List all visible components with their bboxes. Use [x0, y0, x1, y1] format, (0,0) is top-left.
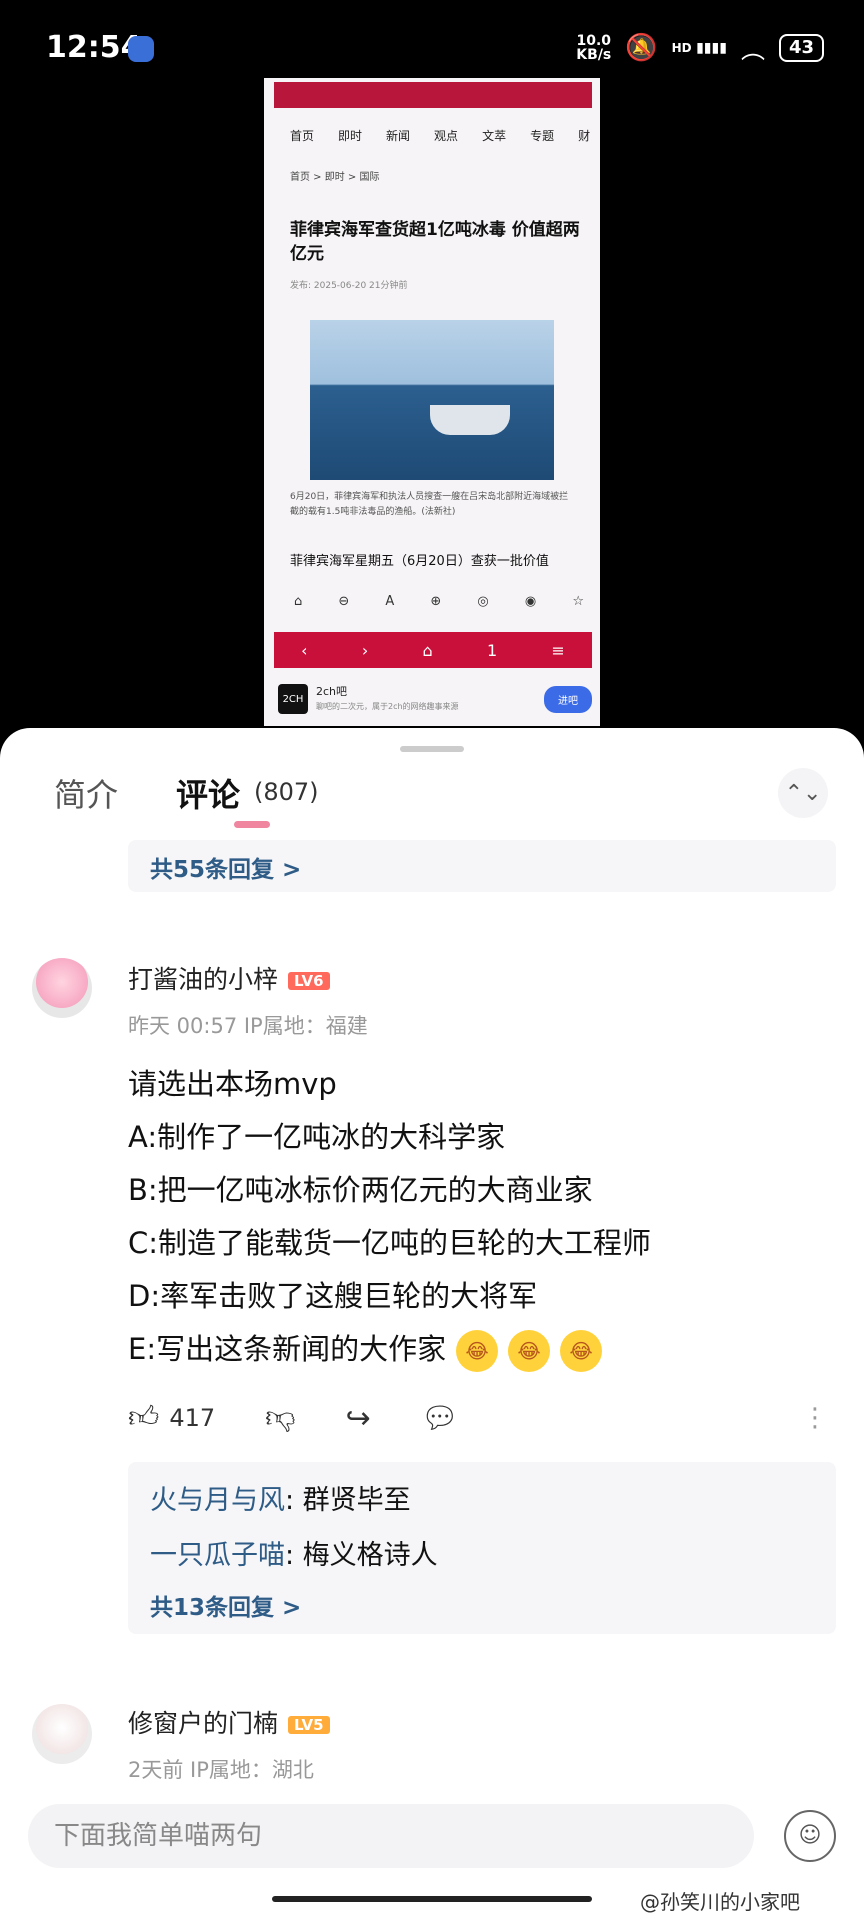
site-header — [274, 82, 592, 108]
forward-icon: › — [361, 640, 369, 660]
status-icons: 10.0 KB/s 🔕 HD ▮▮▮▮ ︵ 43 — [576, 30, 824, 65]
comment-line: E:写出这条新闻的大作家 😂 😂 😂 — [128, 1323, 828, 1376]
comment-line: C:制造了能载货一亿吨的巨轮的大工程师 — [128, 1226, 652, 1260]
boat-image — [430, 405, 510, 435]
network-speed: 10.0 KB/s — [576, 32, 612, 63]
nav-item: 新闻 — [386, 128, 411, 143]
comment-meta: 2天前 IP属地：湖北 — [128, 1758, 314, 1782]
watermark: @孙笑川的小家吧 — [640, 1890, 800, 1914]
reply-item[interactable]: 一只瓜子喵: 梅义格诗人 — [150, 1533, 438, 1572]
reply-button[interactable]: 💬︎ — [421, 1401, 459, 1436]
previous-replies-box: 共55条回复 > — [128, 840, 836, 892]
breadcrumb: 首页 > 即时 > 国际 — [290, 172, 380, 183]
tab-comments[interactable]: 评论 — [176, 770, 240, 816]
laughing-crying-icon: 😂 — [456, 1330, 499, 1372]
laughing-crying-icon: 😂 — [560, 1330, 603, 1372]
comment-sheet: 简介 评论 (807) ⌃⌄ 共55条回复 > 打酱油的小梓 LV6 昨天 00:… — [0, 728, 864, 1920]
weibo-icon: ◉ — [524, 594, 537, 609]
comment-line: A:制作了一亿吨冰的大科学家 — [128, 1120, 506, 1154]
font-icon: A — [385, 594, 395, 609]
home-icon: ⌂ — [422, 640, 433, 660]
embedded-screenshot[interactable]: 首页 即时 新闻 观点 文萃 专题 财 首页 > 即时 > 国际 菲律宾海军查货… — [264, 78, 600, 726]
chevron-updown-icon: ⌃⌄ — [784, 780, 822, 806]
article-toolbar: ⌂ ⊖ A ⊕ ◎ ◉ ☆ — [294, 594, 584, 609]
comment-line: 请选出本场mvp — [128, 1067, 337, 1101]
publish-time: 发布: 2025-06-20 21分钟前 — [290, 281, 408, 291]
comment-actions: 👍︎ 417 👎︎ ↪ 💬︎ ⋮ — [128, 1398, 828, 1438]
avatar[interactable] — [32, 958, 92, 1018]
comment-input[interactable]: 下面我简单喵两句 — [28, 1804, 754, 1868]
star-icon: ☆ — [572, 594, 584, 609]
tab-indicator — [234, 821, 270, 828]
more-options-icon[interactable]: ⋮ — [802, 1403, 828, 1433]
thumbs-down-icon: 👎︎ — [265, 1400, 296, 1435]
emoji-icon[interactable]: ☺ — [784, 1810, 836, 1862]
forum-card: 2CH 2ch吧 聊吧的二次元，属于2ch的网络趣事来源 进吧 — [278, 678, 592, 720]
zoom-out-icon: ⊖ — [338, 594, 350, 609]
notification-app-icon — [128, 36, 154, 62]
laughing-crying-icon: 😂 — [508, 1330, 551, 1372]
tabs-icon: 1 — [486, 640, 498, 660]
view-replies-link[interactable]: 共13条回复 > — [150, 1595, 301, 1621]
nav-item: 专题 — [530, 128, 555, 143]
browser-nav: ‹ › ⌂ 1 ≡ — [274, 632, 592, 668]
nav-item: 首页 — [290, 128, 315, 143]
drag-handle[interactable] — [400, 746, 464, 752]
wifi-icon: ︵ — [740, 36, 765, 64]
wechat-icon: ◎ — [477, 594, 489, 609]
gesture-bar — [272, 1896, 592, 1902]
comment-count: (807) — [254, 778, 319, 806]
level-badge: LV6 — [288, 972, 330, 990]
expand-collapse-button[interactable]: ⌃⌄ — [778, 768, 828, 818]
dislike-button[interactable]: 👎︎ — [265, 1400, 295, 1436]
mute-icon: 🔕 — [625, 32, 658, 63]
article-photo — [310, 320, 554, 480]
article-headline: 菲律宾海军查货超1亿吨冰毒 价值超两亿元 — [290, 220, 580, 264]
comment-meta: 昨天 00:57 IP属地：福建 — [128, 1014, 368, 1038]
reply-item[interactable]: 火与月与风: 群贤毕至 — [150, 1478, 438, 1517]
replies-box: 火与月与风: 群贤毕至 一只瓜子喵: 梅义格诗人 共13条回复 > — [128, 1462, 836, 1634]
share-button[interactable]: ↪ — [346, 1401, 371, 1436]
username[interactable]: 打酱油的小梓 LV6 — [128, 960, 330, 996]
username[interactable]: 修窗户的门楠 LV5 — [128, 1704, 330, 1740]
enter-forum-button: 进吧 — [544, 685, 592, 713]
thumbs-up-icon: 👍︎ — [128, 1400, 160, 1435]
level-badge: LV5 — [288, 1716, 330, 1734]
share-icon: ↪ — [345, 1400, 371, 1436]
home-icon: ⌂ — [294, 594, 303, 609]
photo-caption: 6月20日，菲律宾海军和执法人员搜查一艘在吕宋岛北部附近海域被拦截的载有1.5吨… — [290, 492, 569, 517]
site-nav: 首页 即时 新闻 观点 文萃 专题 财 — [264, 110, 600, 160]
avatar[interactable] — [32, 1704, 92, 1764]
comment-body: 请选出本场mvp A:制作了一亿吨冰的大科学家 B:把一亿吨冰标价两亿元的大商业… — [128, 1058, 828, 1376]
comment-line: B:把一亿吨冰标价两亿元的大商业家 — [128, 1173, 593, 1207]
comment-icon: 💬︎ — [420, 1400, 459, 1436]
article-lead: 菲律宾海军星期五（6月20日）查获一批价值 — [290, 554, 549, 569]
nav-item: 财 — [578, 128, 591, 143]
nav-item: 观点 — [434, 128, 459, 143]
forum-info: 2ch吧 聊吧的二次元，属于2ch的网络趣事来源 — [316, 684, 459, 711]
back-icon: ‹ — [301, 640, 308, 660]
signal-icon: HD ▮▮▮▮ — [671, 39, 727, 56]
comment-line: D:率军击败了这艘巨轮的大将军 — [128, 1279, 538, 1313]
menu-icon: ≡ — [551, 640, 565, 660]
nav-item: 文萃 — [482, 128, 507, 143]
battery-icon: 43 — [778, 33, 824, 62]
zoom-in-icon: ⊕ — [430, 594, 442, 609]
forum-logo: 2CH — [278, 684, 308, 714]
like-button[interactable]: 👍︎ 417 — [128, 1400, 215, 1436]
view-replies-link[interactable]: 共55条回复 > — [150, 850, 301, 884]
nav-item: 即时 — [338, 128, 363, 143]
tab-intro[interactable]: 简介 — [54, 770, 118, 816]
